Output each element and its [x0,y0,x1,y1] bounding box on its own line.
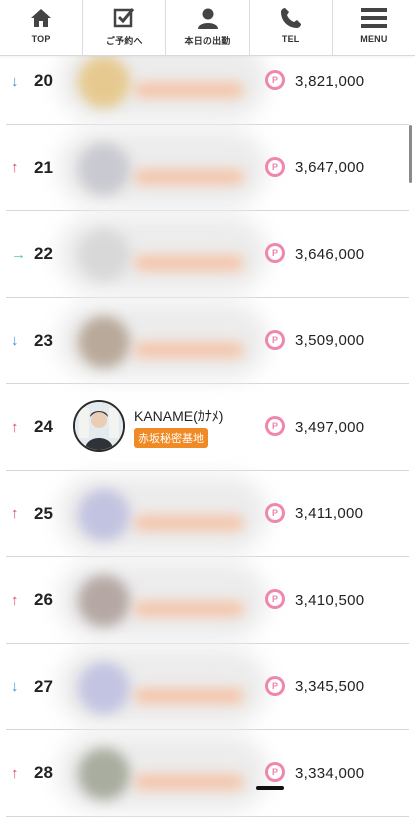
point-badge-label: P [268,505,282,520]
point-badge-icon: P [265,156,285,177]
point-badge-icon: P [265,675,285,696]
cast-avatar[interactable] [73,400,125,452]
point-badge-label: P [268,159,282,174]
home-icon [26,5,56,31]
ranking-row[interactable]: ↑ 25 P 3,411,000 [6,471,409,557]
rank-number: 28 [34,763,53,782]
nav-menu-label: MENU [360,34,388,44]
rank-number: 23 [34,330,53,350]
ranking-row[interactable]: → 22 P 3,646,000 [6,211,409,298]
point-value: 3,345,500 [295,678,365,695]
blurred-shop-tag [134,82,244,98]
blurred-shop-tag [134,168,244,185]
point-badge-icon: P [265,762,285,782]
ranking-row[interactable]: KANAME(ｶﾅﾒ) 赤坂秘密基地 ↑ 24 P 3,497,000 [6,384,409,471]
blurred-shop-tag [134,687,244,704]
blurred-shop-tag [134,255,244,271]
ranking-row[interactable]: ↑ 21 P 3,647,000 [6,125,409,211]
person-icon [193,5,223,31]
blurred-avatar [78,575,130,627]
ranking-row[interactable]: ↓ 27 P 3,345,500 [6,644,409,730]
point-value: 3,334,000 [295,764,365,782]
trend-up-icon: ↑ [11,418,19,436]
point-badge-label: P [268,765,282,779]
ranking-row[interactable]: ↑ 26 P 3,410,500 [6,557,409,644]
point-badge-icon: P [265,243,285,263]
rank-number: 24 [34,417,53,436]
blurred-avatar [78,748,130,800]
menu-icon [359,5,389,31]
trend-down-icon: ↓ [11,332,19,349]
phone-icon [276,5,306,31]
nav-tel[interactable]: TEL [250,0,333,55]
point-value: 3,411,000 [295,505,364,522]
blurred-shop-tag [134,514,244,531]
nav-tel-label: TEL [281,34,300,44]
nav-reservation[interactable]: ご予約へ [83,0,167,55]
scrollbar[interactable] [409,125,412,183]
trend-up-icon: ↑ [11,159,19,176]
nav-menu[interactable]: MENU [333,0,415,55]
ranking-row[interactable]: ↑ 28 P 3,334,000 [6,730,409,817]
nav-reservation-label: ご予約へ [105,36,143,46]
blurred-avatar [78,661,130,714]
home-indicator [256,786,284,790]
trend-up-icon: ↑ [11,505,19,522]
point-badge-label: P [268,419,282,433]
blurred-shop-tag [134,774,244,790]
point-badge-label: P [268,332,282,347]
nav-today-attendance[interactable]: 本日の出勤 [166,0,250,55]
rank-number: 25 [34,503,53,523]
shop-tag[interactable]: 赤坂秘密基地 [134,428,208,448]
trend-down-icon: ↓ [11,678,19,695]
point-badge-label: P [268,678,282,693]
trend-flat-icon: → [11,245,26,263]
point-value: 3,410,500 [295,591,365,609]
ranking-row[interactable]: ↓ 23 P 3,509,000 [6,298,409,384]
top-navigation: TOP ご予約へ 本日の出勤 TEL MENU [0,0,415,56]
trend-up-icon: ↑ [11,764,19,782]
rank-number: 27 [34,676,53,696]
point-badge-label: P [268,246,282,260]
point-badge-icon: P [265,502,285,523]
blurred-avatar [78,315,130,368]
rank-number: 26 [34,590,53,609]
point-value: 3,647,000 [295,159,365,176]
rank-number: 21 [34,157,53,177]
point-badge-icon: P [265,416,285,436]
blurred-avatar [78,56,130,108]
blurred-avatar [78,229,130,281]
blurred-avatar [78,488,130,541]
point-badge-label: P [268,73,282,87]
ranking-list: ↓ 20 P 3,821,000 ↑ 21 P 3,647,000 → 22 P 3,646,000 ↓… [0,38,415,817]
point-badge-icon: P [265,70,285,90]
point-value: 3,509,000 [295,332,365,349]
point-value: 3,497,000 [295,418,365,436]
point-badge-label: P [268,592,282,606]
cast-name[interactable]: KANAME(ｶﾅﾒ) [134,406,223,426]
nav-top[interactable]: TOP [0,0,84,55]
rank-number: 22 [34,244,53,263]
trend-up-icon: ↑ [11,591,19,609]
blurred-shop-tag [134,341,244,358]
blurred-shop-tag [134,601,244,617]
point-badge-icon: P [265,589,285,609]
nav-top-label: TOP [31,34,51,44]
nav-today-attendance-label: 本日の出勤 [184,36,231,46]
reservation-icon [109,5,139,31]
point-badge-icon: P [265,329,285,350]
point-value: 3,646,000 [295,245,365,263]
blurred-avatar [78,142,130,195]
